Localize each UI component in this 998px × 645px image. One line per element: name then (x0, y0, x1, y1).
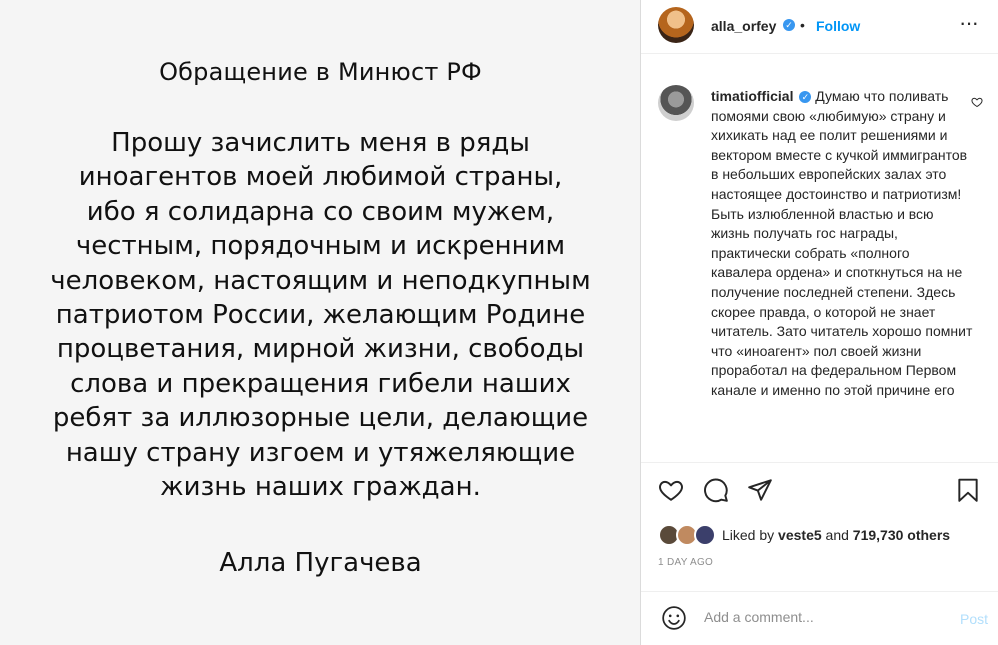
post-sidebar: alla_orfey ✓ • Follow ··· timatiofficial… (641, 0, 998, 645)
action-bar (641, 463, 998, 519)
image-body-line: процветания, мирной жизни, свободы (56, 334, 585, 365)
comment-icon[interactable] (703, 477, 729, 503)
comment-input[interactable] (702, 608, 946, 626)
image-body-line: слова и прекращения гибели наших (70, 368, 571, 399)
likes-row: Liked by veste5 and 719,730 others (641, 519, 998, 549)
image-body-line: честным, порядочным и искренним (75, 231, 566, 262)
share-icon[interactable] (747, 477, 773, 503)
instagram-post: Обращение в Минюст РФ Прошу зачислить ме… (0, 0, 998, 645)
separator-dot: • (800, 17, 805, 33)
image-body-line: нашу страну изгоем и утяжеляющие (65, 437, 576, 468)
image-body-line: ибо я солидарна со своим мужем, (86, 196, 555, 227)
image-body-line: Прошу зачислить меня в ряды (111, 128, 530, 158)
emoji-icon[interactable] (661, 605, 687, 631)
image-signature: Алла Пугачева (219, 548, 422, 578)
post-timestamp[interactable]: 1 DAY AGO (658, 557, 713, 568)
image-body-line: ребят за иллюзорные цели, делающие (52, 403, 589, 434)
commenter-username[interactable]: timatiofficial (711, 88, 793, 104)
verified-icon: ✓ (799, 91, 812, 104)
post-header: alla_orfey ✓ • Follow ··· (641, 0, 998, 54)
comments-section[interactable]: timatiofficial ✓ Думаю что поливать помо… (641, 54, 998, 463)
comment-like-heart-icon[interactable] (971, 96, 983, 108)
liker-avatar[interactable] (694, 524, 716, 546)
image-body-line: иноагентов моей любимой страны, (78, 162, 563, 193)
likes-count[interactable]: 719,730 others (853, 527, 950, 543)
image-body-line: человеком, настоящим и неподкупным (50, 265, 591, 296)
image-body: Прошу зачислить меня в ряды иноагентов м… (0, 126, 641, 504)
post-button[interactable]: Post (960, 611, 988, 627)
heart-icon[interactable] (658, 477, 684, 503)
liked-by-text[interactable]: Liked by veste5 and 719,730 others (722, 527, 950, 543)
follow-button[interactable]: Follow (816, 18, 860, 34)
verified-icon: ✓ (783, 19, 795, 31)
image-body-line: жизнь наших граждан. (160, 472, 481, 503)
commenter-avatar[interactable] (658, 85, 694, 121)
author-avatar[interactable] (658, 7, 694, 43)
comment: timatiofficial ✓ Думаю что поливать помо… (711, 87, 973, 401)
more-icon[interactable]: ··· (959, 12, 979, 34)
add-comment-bar: Post (641, 591, 998, 645)
post-image[interactable]: Обращение в Минюст РФ Прошу зачислить ме… (0, 0, 641, 645)
bookmark-icon[interactable] (955, 477, 981, 503)
liked-by-user[interactable]: veste5 (778, 527, 822, 543)
image-title: Обращение в Минюст РФ (159, 58, 482, 86)
author-username[interactable]: alla_orfey (711, 18, 776, 34)
liked-by-and: and (821, 527, 853, 543)
image-body-line: патриотом России, желающим Родине (55, 300, 586, 331)
comment-text: Думаю что поливать помоями свою «любимую… (711, 88, 973, 398)
liked-by-prefix: Liked by (722, 527, 779, 543)
